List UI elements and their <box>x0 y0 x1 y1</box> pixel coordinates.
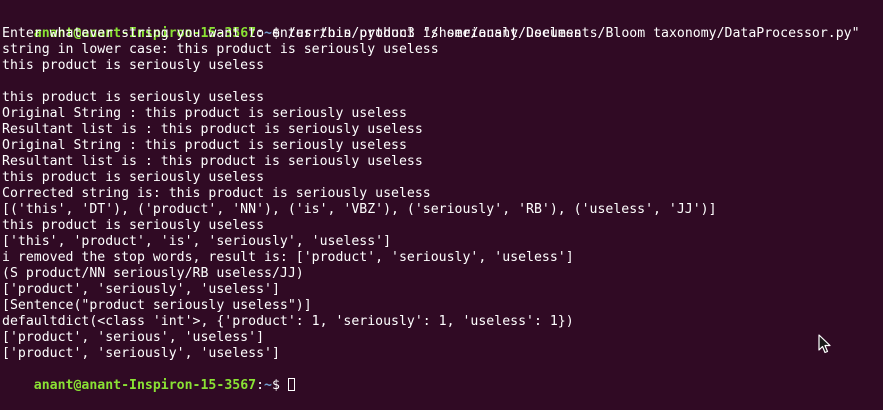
terminal-window[interactable]: anant@anant-Inspiron-15-3567:~$ /usr/bin… <box>0 0 883 400</box>
prompt-cwd: ~ <box>264 378 272 393</box>
output-line: (S product/NN seriously/RB useless/JJ) <box>2 266 304 281</box>
output-line: string in lower case: this product is se… <box>2 42 439 57</box>
output-line: ['this', 'product', 'is', 'seriously', '… <box>2 234 392 249</box>
output-line: this product is seriously useless <box>2 218 265 233</box>
active-prompt-line[interactable]: anant@anant-Inspiron-15-3567:~$ <box>2 362 883 393</box>
output-line: Resultant list is : this product is seri… <box>2 122 423 137</box>
output-line: [Sentence("product seriously useless")] <box>2 298 312 313</box>
output-line: ['product', 'seriously', 'useless'] <box>2 282 280 297</box>
mouse-pointer-icon <box>818 334 831 354</box>
output-line: Resultant list is : this product is seri… <box>2 154 423 169</box>
prompt-symbol: $ <box>271 378 288 393</box>
output-line: this product is seriously useless <box>2 90 265 105</box>
output-line: this product is seriously useless <box>2 58 265 73</box>
output-line: this product is seriously useless <box>2 170 265 185</box>
prompt-separator: : <box>256 378 265 393</box>
block-cursor-icon <box>287 378 295 391</box>
output-line: Original String : this product is seriou… <box>2 138 407 153</box>
output-line: ['product', 'serious', 'useless'] <box>2 330 265 345</box>
output-line: [('this', 'DT'), ('product', 'NN'), ('is… <box>2 202 717 217</box>
output-line: Original String : this product is seriou… <box>2 106 407 121</box>
output-line: i removed the stop words, result is: ['p… <box>2 250 574 265</box>
prompt-user-host: anant@anant-Inspiron-15-3567 <box>33 378 257 393</box>
output-line: ['product', 'seriously', 'useless'] <box>2 346 280 361</box>
command-line: anant@anant-Inspiron-15-3567:~$ /usr/bin… <box>2 10 883 41</box>
output-line: Corrected string is: this product is ser… <box>2 186 431 201</box>
output-line: defaultdict(<class 'int'>, {'product': 1… <box>2 314 574 329</box>
